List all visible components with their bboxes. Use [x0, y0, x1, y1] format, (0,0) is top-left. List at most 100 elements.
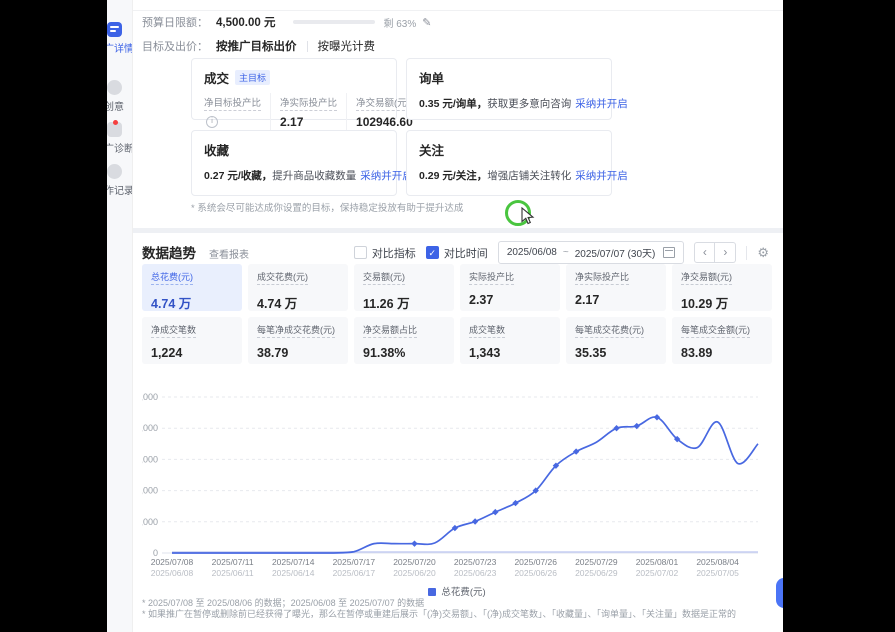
metric-tile[interactable]: 实际投产比2.370.00 [460, 264, 560, 311]
sidebar-item-detail[interactable]: 推广详情 [107, 22, 133, 55]
sidebar-item-diagnose[interactable]: 推广诊断 [107, 122, 133, 155]
svg-text:2025/07/29: 2025/07/29 [575, 557, 618, 567]
sidebar-item-label: 操作记录 [107, 182, 133, 197]
section-divider [133, 228, 783, 233]
svg-text:2025/07/11: 2025/07/11 [212, 557, 254, 567]
date-range-picker[interactable]: 2025/06/08 ~ 2025/07/07 (30天) [498, 241, 685, 264]
svg-text:4,000: 4,000 [142, 423, 158, 433]
card-price: 0.35 元/询单， [419, 98, 487, 110]
metric-value: 2.17 [280, 115, 337, 129]
metric-tile[interactable]: 总花费(元)4.74 万0.00 [142, 264, 242, 311]
checkbox-icon [354, 246, 367, 259]
metric-tile[interactable]: 净交易额(元)10.29 万0.00 [672, 264, 772, 311]
metric-tile[interactable]: 成交花费(元)4.74 万0.00 [248, 264, 348, 311]
top-divider [133, 10, 783, 11]
card-title: 收藏 [204, 140, 229, 159]
next-period-button[interactable]: › [715, 242, 736, 263]
svg-text:2025/07/08: 2025/07/08 [151, 557, 194, 567]
card-desc-text: 增强店铺关注转化 [487, 170, 571, 182]
accept-enable-link[interactable]: 采纳并开启 [575, 170, 628, 182]
metric-tile[interactable]: 每笔成交花费(元)35.350.00 [566, 317, 666, 364]
chart-footnote-2: * 如果推广在暂停或删除前已经获得了曝光，那么在暂停或重建后展示「(净)交易额」… [142, 607, 736, 620]
checkbox-label: 对比时间 [444, 245, 488, 261]
tab-divider [307, 41, 308, 52]
metric-tile[interactable]: 净交易额占比91.38%0.00% [354, 317, 454, 364]
trend-title: 数据趋势 [142, 242, 196, 262]
floating-action-button[interactable] [776, 578, 783, 608]
card-title: 询单 [419, 68, 444, 87]
goal-card-deal: 成交 主目标 净目标投产比i 2.45 ✎ 净实际投产比 2.17 净交易额(元… [191, 58, 397, 120]
metric-tile[interactable]: 净成交笔数1,2240 [142, 317, 242, 364]
tab-bid-by-impression[interactable]: 按曝光计费 [318, 38, 376, 54]
compare-time-checkbox[interactable]: ✓ 对比时间 [426, 245, 488, 261]
svg-text:2025/06/23: 2025/06/23 [454, 568, 497, 578]
svg-text:2025/08/01: 2025/08/01 [636, 557, 679, 567]
budget-slider[interactable] [293, 20, 375, 24]
accept-enable-link[interactable]: 采纳并开启 [575, 98, 628, 110]
svg-text:2025/06/26: 2025/06/26 [514, 568, 557, 578]
metric-label: 净实际投产比 [280, 95, 337, 111]
goal-cards: 成交 主目标 净目标投产比i 2.45 ✎ 净实际投产比 2.17 净交易额(元… [191, 58, 612, 196]
budget-row: 预算日限额： 4,500.00 元 剩 63% ✎ [142, 14, 431, 30]
metric-tile[interactable]: 净实际投产比2.170.00 [566, 264, 666, 311]
svg-text:2025/08/04: 2025/08/04 [696, 557, 739, 567]
view-report-link[interactable]: 查看报表 [209, 246, 249, 261]
svg-text:2025/07/26: 2025/07/26 [514, 557, 557, 567]
svg-text:2025/06/17: 2025/06/17 [333, 568, 376, 578]
date-start: 2025/06/08 [507, 247, 557, 258]
sidebar-item-creative[interactable]: 创意 [107, 80, 133, 113]
svg-text:2025/07/14: 2025/07/14 [272, 557, 315, 567]
svg-text:2025/06/11: 2025/06/11 [212, 568, 254, 578]
date-nav-group: ‹ › [694, 242, 736, 263]
svg-text:2025/06/08: 2025/06/08 [151, 568, 194, 578]
sidebar-item-label: 推广详情 [107, 40, 133, 55]
metric-value: 102946.60 [356, 115, 413, 129]
main-panel: 预算日限额： 4,500.00 元 剩 63% ✎ 目标及出价： 按推广目标出价… [133, 0, 783, 632]
metric-tile[interactable]: 成交笔数1,3430 [460, 317, 560, 364]
goal-note: * 系统会尽可能达成你设置的目标，保持稳定投放有助于提升达成 [191, 200, 463, 214]
edit-budget-icon[interactable]: ✎ [422, 16, 431, 29]
budget-label: 预算日限额： [142, 14, 208, 30]
checkbox-label: 对比指标 [372, 245, 416, 261]
svg-text:2025/06/29: 2025/06/29 [575, 568, 618, 578]
trend-chart: 01,0002,0003,0004,0005,0002025/07/082025… [142, 388, 772, 580]
card-desc-text: 获取更多意向咨询 [487, 98, 571, 110]
date-tilde: ~ [563, 247, 569, 258]
card-title: 关注 [419, 140, 444, 159]
svg-text:5,000: 5,000 [142, 392, 158, 402]
sidebar: 推广详情 创意 推广诊断 操作记录 [107, 0, 133, 632]
compare-metric-checkbox[interactable]: 对比指标 [354, 245, 416, 261]
svg-text:2025/07/05: 2025/07/05 [696, 568, 739, 578]
budget-remaining: 剩 63% [383, 15, 416, 30]
metric-tile[interactable]: 交易额(元)11.26 万0.00 [354, 264, 454, 311]
card-price: 0.29 元/关注， [419, 170, 487, 182]
sidebar-item-label: 创意 [107, 98, 133, 113]
card-price: 0.27 元/收藏， [204, 170, 272, 182]
tab-bid-by-goal[interactable]: 按推广目标出价 [216, 38, 297, 54]
metric-label: 净目标投产比 [204, 95, 261, 111]
svg-text:3,000: 3,000 [142, 454, 158, 464]
svg-text:2,000: 2,000 [142, 486, 158, 496]
budget-amount: 4,500.00 元 [216, 14, 275, 30]
gear-icon[interactable]: ⚙ [757, 245, 769, 261]
svg-text:2025/07/23: 2025/07/23 [454, 557, 497, 567]
primary-goal-badge: 主目标 [235, 70, 270, 85]
controls-divider [746, 246, 747, 260]
goal-card-favorite: 收藏 0.27 元/收藏，提升商品收藏数量采纳并开启 [191, 130, 397, 196]
prev-period-button[interactable]: ‹ [694, 242, 715, 263]
metric-tile[interactable]: 每笔成交金额(元)83.890.00 [672, 317, 772, 364]
detail-icon [107, 22, 122, 37]
accept-enable-link[interactable]: 采纳并开启 [360, 170, 413, 182]
card-title: 成交 [204, 68, 229, 87]
svg-text:2025/07/17: 2025/07/17 [333, 557, 376, 567]
goal-card-follow: 关注 0.29 元/关注，增强店铺关注转化采纳并开启 [406, 130, 612, 196]
metric-tile[interactable]: 每笔净成交花费(元)38.790.00 [248, 317, 348, 364]
goal-bid-label: 目标及出价： [142, 38, 208, 54]
svg-text:2025/06/20: 2025/06/20 [393, 568, 436, 578]
svg-text:2025/07/02: 2025/07/02 [636, 568, 679, 578]
info-icon[interactable]: i [206, 116, 218, 128]
sidebar-item-history[interactable]: 操作记录 [107, 164, 133, 197]
legend-label: 总花费(元) [441, 587, 485, 598]
metric-tiles: 总花费(元)4.74 万0.00 成交花费(元)4.74 万0.00 交易额(元… [142, 264, 772, 364]
mouse-cursor-icon [521, 207, 537, 225]
